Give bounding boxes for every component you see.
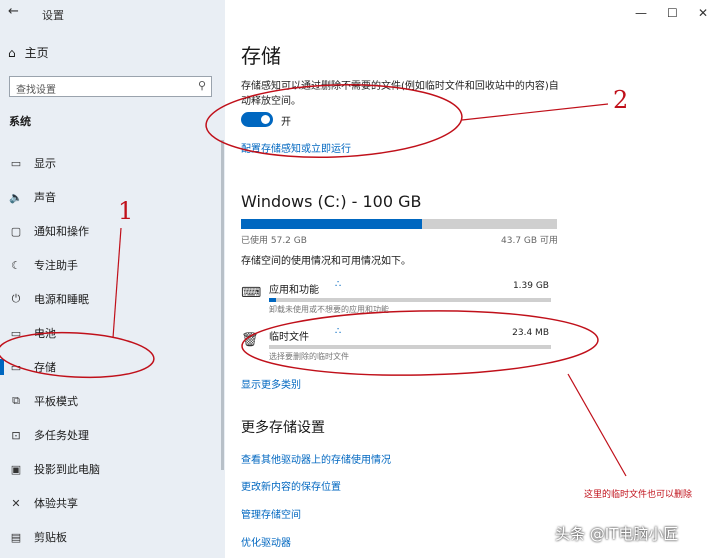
- sidebar-item-label: 通知和操作: [34, 225, 89, 238]
- drive-usage-bar: [241, 219, 557, 229]
- home-link[interactable]: ⌂ 主页: [8, 44, 49, 61]
- sidebar-item-projecting[interactable]: ▣ 投影到此电脑: [0, 452, 225, 486]
- sidebar-item-power-sleep[interactable]: ⏻ 电源和睡眠: [0, 282, 225, 316]
- toggle-state-label: 开: [281, 117, 291, 128]
- manage-storage-spaces-link[interactable]: 管理存储空间: [241, 506, 301, 521]
- section-label: 系统: [9, 115, 31, 128]
- sidebar-item-label: 显示: [34, 157, 56, 170]
- keyboard-icon: ⌨: [241, 285, 262, 301]
- storage-sense-toggle[interactable]: [241, 112, 273, 127]
- sidebar-item-label: 投影到此电脑: [34, 463, 100, 476]
- category-bar: [269, 298, 551, 302]
- drive-usage-fill: [241, 219, 422, 229]
- sidebar-item-label: 电源和睡眠: [34, 293, 89, 306]
- minimize-button[interactable]: —: [635, 6, 647, 20]
- sidebar-scrollbar[interactable]: [221, 140, 224, 470]
- category-description: 卸载未使用或不想要的应用和功能: [269, 305, 389, 314]
- category-bar: [269, 345, 551, 349]
- home-label: 主页: [24, 46, 49, 60]
- watermark: 头条 @IT电脑小匠: [555, 525, 679, 543]
- sidebar-item-label: 剪贴板: [34, 531, 67, 544]
- close-button[interactable]: ✕: [698, 6, 708, 20]
- sidebar-item-label: 存储: [34, 361, 56, 374]
- sidebar-item-battery[interactable]: ▭ 电池: [0, 316, 225, 350]
- optimize-drives-link[interactable]: 优化驱动器: [241, 534, 291, 549]
- back-arrow-icon[interactable]: ←: [8, 4, 19, 19]
- configure-storage-sense-link[interactable]: 配置存储感知或立即运行: [241, 140, 351, 155]
- sidebar-item-label: 专注助手: [34, 259, 78, 272]
- sidebar-item-sound[interactable]: 🔈 声音: [0, 180, 225, 214]
- category-size: 1.39 GB: [512, 281, 549, 291]
- sidebar-item-tablet-mode[interactable]: ⧉ 平板模式: [0, 384, 225, 418]
- sidebar-item-display[interactable]: ▭ 显示: [0, 146, 225, 180]
- category-name: 临时文件: [269, 332, 309, 343]
- power-icon: ⏻: [11, 292, 21, 305]
- project-icon: ▣: [10, 462, 22, 476]
- clipboard-icon: ▤: [10, 530, 22, 544]
- sidebar-item-label: 电池: [34, 327, 56, 340]
- storage-sense-description: 存储感知可以通过删除不需要的文件(例如临时文件和回收站中的内容)自动释放空间。: [241, 81, 559, 107]
- sidebar-item-focus-assist[interactable]: ☾ 专注助手: [0, 248, 225, 282]
- change-save-location-link[interactable]: 更改新内容的保存位置: [241, 478, 341, 493]
- share-icon: ✕: [11, 496, 21, 510]
- moon-icon: ☾: [11, 258, 21, 272]
- sidebar-item-label: 平板模式: [34, 395, 78, 408]
- sidebar-item-clipboard[interactable]: ▤ 剪贴板: [0, 520, 225, 554]
- sidebar-item-label: 体验共享: [34, 497, 78, 510]
- category-apps-features[interactable]: ⌨ 应用和功能 ∴ 1.39 GB 卸载未使用或不想要的应用和功能: [241, 279, 557, 315]
- annotation-number-2: 2: [613, 86, 629, 114]
- category-name: 应用和功能: [269, 285, 319, 296]
- main-content: — ☐ ✕ 存储 存储感知可以通过删除不需要的文件(例如临时文件和回收站中的内容…: [225, 0, 720, 558]
- home-icon: ⌂: [8, 45, 16, 60]
- tablet-icon: ⧉: [12, 394, 20, 407]
- category-bar-fill: [269, 298, 277, 302]
- show-more-categories-link[interactable]: 显示更多类别: [241, 376, 301, 391]
- maximize-button[interactable]: ☐: [667, 6, 678, 20]
- loading-icon: ∴: [335, 326, 342, 337]
- category-description: 选择要删除的临时文件: [269, 352, 349, 361]
- sidebar-item-multitasking[interactable]: ⊡ 多任务处理: [0, 418, 225, 452]
- sidebar-nav: ▭ 显示 🔈 声音 ▢ 通知和操作 ☾ 专注助手 ⏻ 电源和睡眠 ▭ 电池 ▭ 存储 ⧉ 平板模…: [0, 146, 225, 554]
- sidebar-item-label: 声音: [34, 191, 56, 204]
- page-title: 存储: [241, 44, 281, 68]
- category-size: 23.4 MB: [512, 328, 549, 338]
- available-space-label: 43.7 GB 可用: [501, 236, 558, 246]
- annotation-number-1: 1: [118, 197, 134, 225]
- app-title: 设置: [42, 9, 64, 22]
- display-icon: ▭: [10, 156, 22, 170]
- search-placeholder: 查找设置: [16, 85, 56, 96]
- usage-description: 存储空间的使用情况和可用情况如下。: [241, 256, 411, 267]
- trash-icon: 🗑: [241, 332, 259, 348]
- sidebar-item-shared-experiences[interactable]: ✕ 体验共享: [0, 486, 225, 520]
- loading-icon: ∴: [335, 279, 342, 290]
- annotation-note: 这里的临时文件也可以删除: [584, 490, 693, 500]
- speaker-icon: 🔈: [9, 190, 23, 204]
- sidebar-item-label: 多任务处理: [34, 429, 89, 442]
- view-other-drives-link[interactable]: 查看其他驱动器上的存储使用情况: [241, 451, 391, 466]
- notification-icon: ▢: [10, 224, 22, 238]
- drive-title: Windows (C:) - 100 GB: [241, 192, 422, 211]
- search-icon[interactable]: ⚲: [198, 79, 206, 92]
- multitask-icon: ⊡: [11, 428, 21, 442]
- used-space-label: 已使用 57.2 GB: [241, 236, 307, 246]
- sidebar: ← 设置 ⌂ 主页 查找设置 ⚲ 系统 ▭ 显示 🔈 声音 ▢ 通知和操作 ☾ 专注助手…: [0, 0, 225, 558]
- search-input[interactable]: 查找设置 ⚲: [9, 76, 212, 97]
- sidebar-item-notifications[interactable]: ▢ 通知和操作: [0, 214, 225, 248]
- battery-icon: ▭: [10, 326, 22, 340]
- storage-icon: ▭: [10, 360, 22, 374]
- more-storage-settings-title: 更多存储设置: [241, 420, 325, 436]
- sidebar-item-storage[interactable]: ▭ 存储: [0, 350, 225, 384]
- category-temp-files[interactable]: 🗑 临时文件 ∴ 23.4 MB 选择要删除的临时文件: [241, 326, 557, 362]
